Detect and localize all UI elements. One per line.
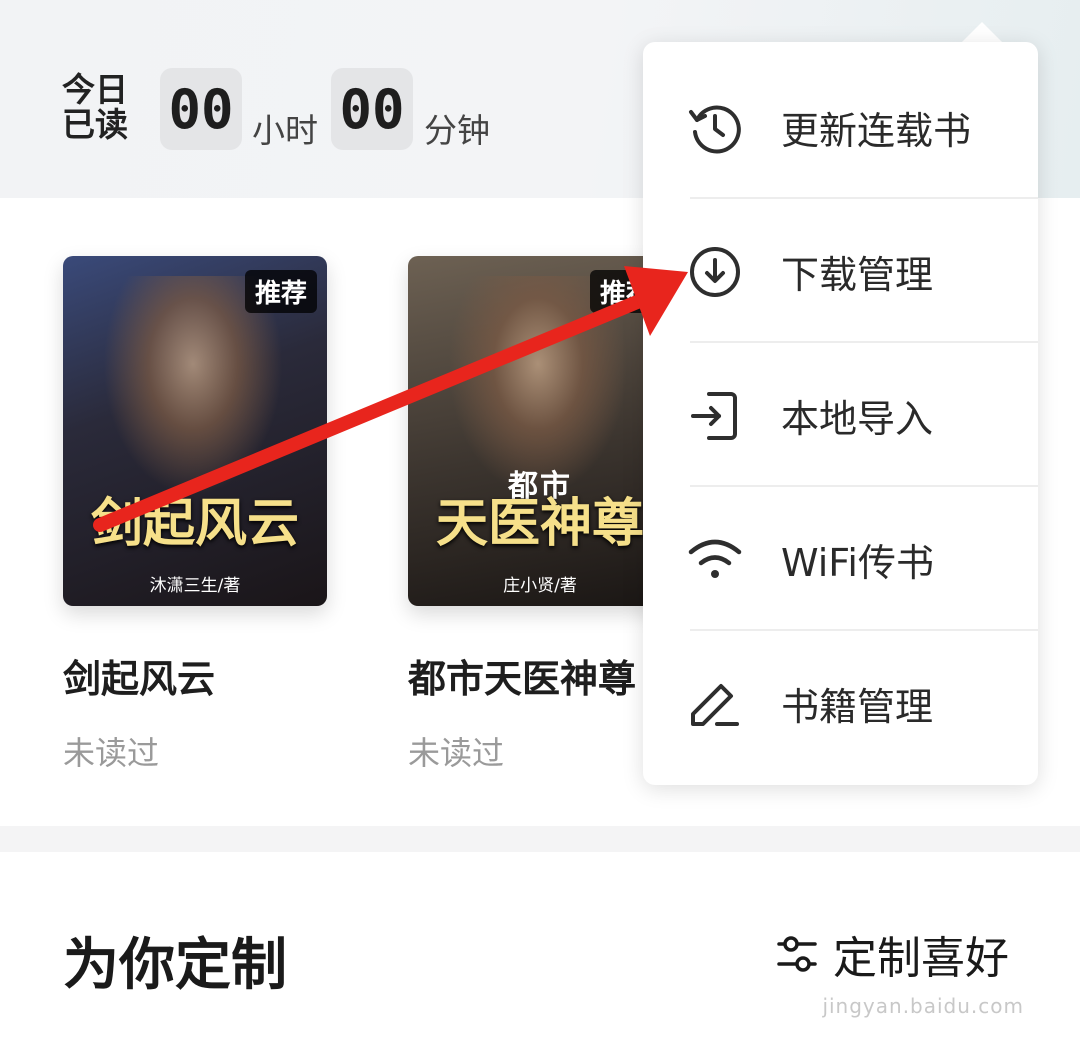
book-cover-1[interactable]: 推荐 剑起风云 沐潇三生/著 [63, 256, 327, 606]
edit-pencil-icon [691, 684, 739, 726]
menu-pointer [960, 22, 1004, 44]
download-icon [690, 247, 740, 297]
wifi-icon [688, 539, 742, 578]
import-icon [691, 392, 737, 440]
cover-author: 沐潇三生/著 [149, 576, 241, 596]
menu-divider [690, 629, 1038, 631]
sliders-icon [777, 936, 817, 972]
menu-divider [690, 197, 1038, 199]
book-cover-2[interactable]: 推荐 都市 天医神尊 庄小贤/著 [408, 256, 672, 606]
hours-value: 00 [160, 68, 242, 150]
customize-preferences-label: 定制喜好 [833, 933, 1009, 984]
customize-preferences-button[interactable]: 定制喜好 [775, 922, 1009, 986]
menu-item-wifi-transfer[interactable]: WiFi传书 [643, 488, 1038, 631]
recommend-badge: 推荐 [244, 270, 317, 313]
minutes-unit: 分钟 [424, 111, 490, 150]
menu-label: WiFi传书 [781, 541, 934, 585]
cover-author: 庄小贤/著 [503, 576, 577, 596]
menu-divider [690, 341, 1038, 343]
today-read-label: 今日已读 [62, 70, 128, 144]
menu-item-local-import[interactable]: 本地导入 [643, 344, 1038, 487]
menu-divider [690, 485, 1038, 487]
menu-label: 书籍管理 [781, 685, 934, 729]
section-divider [0, 826, 1080, 852]
minutes-value: 00 [331, 68, 413, 150]
menu-label: 本地导入 [781, 397, 934, 441]
section-title: 为你定制 [63, 933, 287, 998]
dropdown-menu: 更新连载书 下载管理 本地导入 WiFi传书 书籍管理 [643, 42, 1038, 785]
book-title-2[interactable]: 都市天医神尊 [408, 648, 636, 703]
menu-label: 下载管理 [781, 253, 934, 297]
menu-item-book-manager[interactable]: 书籍管理 [643, 632, 1038, 775]
menu-label: 更新连载书 [781, 109, 972, 153]
menu-item-download-manager[interactable]: 下载管理 [643, 200, 1038, 343]
watermark: jingyan.baidu.com [822, 994, 1024, 1018]
history-clock-icon [689, 105, 741, 154]
book-status-2: 未读过 [408, 734, 505, 772]
book-status-1: 未读过 [63, 734, 160, 772]
menu-item-update-serials[interactable]: 更新连载书 [643, 56, 1038, 199]
cover-title: 剑起风云 [90, 493, 299, 554]
book-title-1[interactable]: 剑起风云 [63, 648, 215, 703]
cover-title: 天医神尊 [435, 493, 644, 554]
hours-unit: 小时 [252, 111, 318, 150]
